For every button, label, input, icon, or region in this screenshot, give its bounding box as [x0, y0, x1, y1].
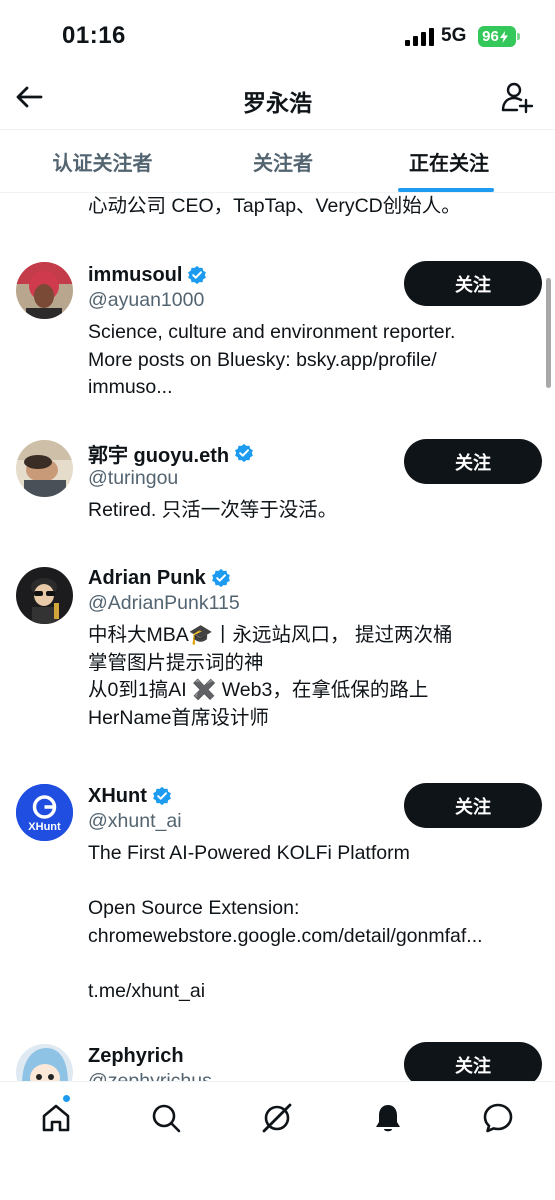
grok-icon[interactable] [259, 1100, 295, 1136]
user-handle: @AdrianPunk115 [88, 592, 240, 614]
add-user-icon[interactable] [499, 80, 535, 116]
bio-line: More posts on Bluesky: bsky.app/profile/ [88, 348, 437, 371]
bio-line: The First AI-Powered KOLFi Platform [88, 842, 410, 864]
bio-line [88, 950, 538, 978]
messages-icon[interactable] [480, 1100, 516, 1136]
search-icon[interactable] [148, 1100, 184, 1136]
tab-bar: 认证关注者 关注者 正在关注 [0, 130, 555, 192]
user-handle: @xhunt_ai [88, 810, 182, 832]
battery-level: 96 [482, 28, 499, 45]
user-name: Zephyrich [88, 1044, 184, 1067]
user-bio: 中科大MBA🎓丨永远站风口， 提过两次桶 掌管图片提示词的神 从0到1搞AI ✖… [88, 622, 538, 732]
battery-icon: 96 [478, 26, 520, 47]
page-title: 罗永浩 [243, 90, 312, 116]
user-name: Adrian Punk [88, 566, 206, 589]
list-item[interactable]: 郭宇 guoyu.eth @turingou 关注 Retired. 只活一次等… [0, 439, 555, 549]
avatar-text: XHunt [28, 821, 61, 833]
tab-verified-followers[interactable]: 认证关注者 [0, 130, 185, 192]
status-bar: 01:16 5G 96 [0, 0, 555, 72]
user-handle: @zephyrichus [88, 1070, 212, 1081]
follow-button[interactable]: 关注 [404, 783, 542, 828]
signal-icon [405, 28, 434, 46]
bio-line: Open Source Extension: [88, 897, 300, 919]
avatar[interactable] [16, 1044, 73, 1081]
bio-line: Science, culture and environment reporte… [88, 321, 456, 343]
user-name: 郭宇 guoyu.eth [88, 444, 230, 467]
bio-line: 从0到1搞AI ✖️ Web3，在拿低保的路上 [88, 679, 429, 701]
user-bio: Science, culture and environment reporte… [88, 319, 538, 402]
list-item[interactable]: immusoul @ayuan1000 关注 Science, culture … [0, 261, 555, 421]
bio-line: Retired. 只活一次等于没活。 [88, 499, 338, 521]
avatar[interactable] [16, 567, 73, 624]
user-handle: @turingou [88, 467, 179, 489]
bell-icon[interactable] [370, 1100, 406, 1136]
network-type: 5G [441, 25, 467, 46]
bio-line: chromewebstore.google.com/detail/gonmfaf… [88, 924, 483, 947]
bio-line [88, 868, 538, 896]
bio-line: 掌管图片提示词的神 [88, 651, 264, 674]
list-item[interactable]: Adrian Punk @AdrianPunk115 中科大MBA🎓丨永远站风口… [0, 564, 555, 754]
user-bio: 心动公司 CEO，TapTap、VeryCD创始人。 [88, 195, 461, 217]
avatar[interactable]: XHunt [16, 784, 73, 841]
user-bio: The First AI-Powered KOLFi Platform Open… [88, 840, 538, 1005]
verified-badge-icon [188, 265, 207, 285]
tab-followers[interactable]: 关注者 [185, 130, 361, 192]
bio-line: HerName首席设计师 [88, 706, 269, 729]
list-item[interactable]: Zephyrich @zephyrichus 关注 [0, 1042, 555, 1081]
page-header: 罗永浩 [0, 72, 555, 128]
bottom-nav [0, 1081, 555, 1200]
user-name: XHunt [88, 784, 147, 807]
tab-label: 认证关注者 [52, 152, 153, 175]
bio-line: 中科大MBA🎓丨永远站风口， 提过两次桶 [88, 624, 453, 646]
bio-line: t.me/xhunt_ai [88, 979, 206, 1002]
notification-dot [62, 1094, 71, 1103]
status-time: 01:16 [62, 22, 126, 49]
list-item[interactable]: XHunt XHunt @xhunt_ai 关注 The First AI-Po… [0, 782, 555, 1007]
tab-label: 关注者 [253, 152, 313, 175]
bio-line: immuso... [88, 376, 173, 398]
charging-icon [499, 30, 508, 43]
verified-badge-icon [235, 443, 254, 463]
avatar[interactable] [16, 440, 73, 497]
tab-label: 正在关注 [409, 152, 489, 175]
avatar[interactable] [16, 262, 73, 319]
home-icon[interactable] [38, 1100, 74, 1136]
tab-following[interactable]: 正在关注 [361, 130, 531, 192]
follow-button[interactable]: 关注 [404, 439, 542, 484]
follow-button[interactable]: 关注 [404, 1042, 542, 1081]
following-list: 心动公司 CEO，TapTap、VeryCD创始人。 immusoul @ayu… [0, 193, 555, 1081]
user-bio: Retired. 只活一次等于没活。 [88, 497, 538, 525]
verified-badge-icon [211, 568, 230, 588]
follow-button[interactable]: 关注 [404, 261, 542, 306]
user-name: immusoul [88, 263, 183, 286]
verified-badge-icon [152, 786, 171, 806]
user-handle: @ayuan1000 [88, 289, 205, 311]
scrollbar[interactable] [546, 278, 551, 388]
